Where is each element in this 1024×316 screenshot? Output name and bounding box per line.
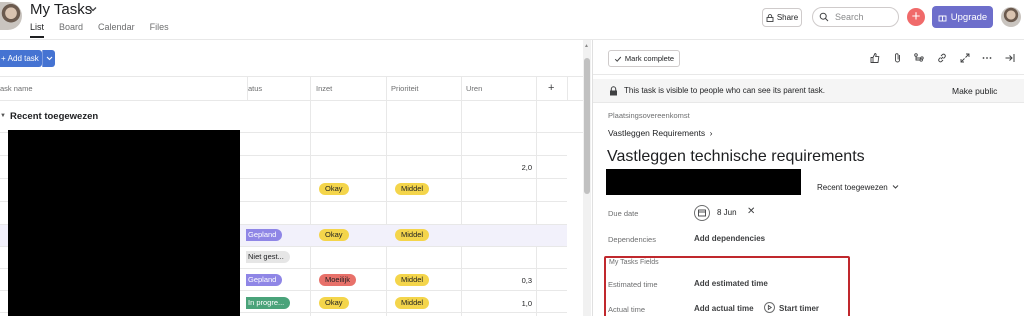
link-icon[interactable] bbox=[936, 52, 948, 64]
add-task-button[interactable]: + Add task bbox=[0, 50, 42, 67]
dependencies-label: Dependencies bbox=[608, 235, 656, 244]
make-public-button[interactable]: Make public bbox=[952, 86, 997, 96]
task-title[interactable]: Vastleggen technische requirements bbox=[607, 148, 865, 166]
column-header-status[interactable]: atus bbox=[248, 84, 262, 93]
chevron-down-icon bbox=[46, 56, 53, 61]
col-divider bbox=[461, 76, 462, 316]
section-select-label: Recent toegewezen bbox=[817, 183, 888, 192]
add-task-label: Add task bbox=[7, 54, 39, 63]
calendar-glyph-icon bbox=[698, 209, 706, 217]
header-bottom-border bbox=[0, 100, 583, 101]
col-divider bbox=[567, 76, 568, 100]
mark-complete-button[interactable]: Mark complete bbox=[608, 50, 680, 67]
status-badge[interactable]: In progre... bbox=[246, 297, 291, 309]
prioriteit-badge[interactable]: Middel bbox=[395, 274, 430, 286]
due-date-label: Due date bbox=[608, 209, 639, 218]
column-header-uren[interactable]: Uren bbox=[466, 84, 482, 93]
add-task-dropdown[interactable] bbox=[42, 50, 55, 67]
search-input[interactable] bbox=[835, 12, 895, 22]
col-divider bbox=[536, 76, 537, 316]
visibility-notice-text: This task is visible to people who can s… bbox=[624, 86, 825, 95]
list-scrollbar-thumb[interactable] bbox=[584, 58, 590, 194]
section-select[interactable]: Recent toegewezen bbox=[817, 183, 899, 192]
clear-due-date-icon[interactable]: ✕ bbox=[747, 206, 755, 217]
chevron-down-icon bbox=[892, 185, 899, 189]
tab-board[interactable]: Board bbox=[59, 22, 83, 38]
upgrade-label: Upgrade bbox=[950, 11, 988, 23]
redacted-assignee bbox=[606, 169, 801, 195]
cell-uren[interactable]: 2,0 bbox=[502, 163, 532, 172]
scroll-up-arrow-icon[interactable]: ▲ bbox=[584, 43, 589, 49]
share-label: Share bbox=[776, 13, 799, 22]
calendar-icon[interactable] bbox=[694, 205, 710, 221]
my-tasks-fields-title: My Tasks Fields bbox=[609, 259, 659, 266]
expand-icon[interactable] bbox=[959, 52, 971, 64]
status-badge[interactable]: Gepland bbox=[246, 274, 283, 286]
prioriteit-badge[interactable]: Middel bbox=[395, 183, 430, 195]
inzet-badge[interactable]: Okay bbox=[319, 297, 349, 309]
search-box[interactable] bbox=[812, 7, 899, 27]
page-title: My Tasks bbox=[30, 1, 93, 18]
status-badge[interactable]: Gepland bbox=[246, 229, 283, 241]
col-divider bbox=[386, 76, 387, 316]
gift-icon bbox=[938, 15, 947, 21]
parent-project-link[interactable]: Plaatsingsovereenkomst bbox=[608, 111, 690, 120]
title-chevron-down-icon[interactable] bbox=[88, 4, 98, 14]
quick-add-button[interactable]: + bbox=[907, 8, 925, 26]
prioriteit-badge[interactable]: Middel bbox=[395, 229, 430, 241]
user-avatar[interactable] bbox=[1001, 7, 1021, 27]
toolbar-divider bbox=[593, 74, 1024, 75]
thumbs-up-icon[interactable] bbox=[869, 52, 881, 64]
upgrade-button[interactable]: Upgrade bbox=[932, 6, 993, 28]
share-button[interactable]: Share bbox=[762, 8, 802, 27]
search-icon bbox=[819, 12, 829, 22]
attachment-icon[interactable] bbox=[892, 52, 904, 64]
close-pane-icon[interactable] bbox=[1004, 52, 1016, 64]
timer-play-icon[interactable] bbox=[764, 302, 775, 313]
cell-uren[interactable]: 1,0 bbox=[502, 299, 532, 308]
actual-time-label: Actual time bbox=[608, 305, 646, 314]
tab-files[interactable]: Files bbox=[150, 22, 169, 38]
due-date-value[interactable]: 8 Jun bbox=[717, 208, 737, 217]
estimated-time-label: Estimated time bbox=[608, 280, 658, 289]
more-options-icon[interactable] bbox=[981, 52, 993, 64]
cell-uren[interactable]: 0,3 bbox=[502, 276, 532, 285]
add-estimated-time-button[interactable]: Add estimated time bbox=[694, 279, 768, 288]
parent-task-chevron-icon: › bbox=[709, 128, 713, 138]
start-timer-button[interactable]: Start timer bbox=[779, 304, 819, 313]
tab-list[interactable]: List bbox=[30, 22, 45, 38]
lock-icon bbox=[610, 86, 617, 96]
tab-calendar[interactable]: Calendar bbox=[98, 22, 135, 38]
inzet-badge[interactable]: Moeilijk bbox=[319, 274, 357, 286]
subtask-icon[interactable] bbox=[913, 52, 925, 64]
lock-icon bbox=[766, 13, 774, 22]
parent-task-label: Vastleggen Requirements bbox=[608, 128, 706, 138]
play-icon bbox=[767, 304, 773, 311]
add-dependencies-button[interactable]: Add dependencies bbox=[694, 234, 765, 243]
add-column-button[interactable]: + bbox=[548, 82, 554, 94]
top-bar: My Tasks List Board Calendar Files Share… bbox=[0, 0, 1024, 40]
column-header-inzet[interactable]: Inzet bbox=[316, 84, 332, 93]
section-title[interactable]: Recent toegewezen bbox=[10, 111, 98, 122]
col-divider bbox=[247, 76, 248, 100]
header-top-border bbox=[0, 76, 583, 77]
mark-complete-label: Mark complete bbox=[624, 54, 675, 63]
view-tabs: List Board Calendar Files bbox=[30, 22, 184, 38]
project-avatar[interactable] bbox=[0, 2, 22, 30]
inzet-badge[interactable]: Okay bbox=[319, 229, 349, 241]
prioriteit-badge[interactable]: Middel bbox=[395, 297, 430, 309]
redacted-task-names bbox=[8, 130, 240, 316]
column-header-prioriteit[interactable]: Prioriteit bbox=[391, 84, 419, 93]
inzet-badge[interactable]: Okay bbox=[319, 183, 349, 195]
section-collapse-icon[interactable]: ▼ bbox=[0, 113, 6, 119]
status-badge[interactable]: Niet gest... bbox=[246, 251, 290, 263]
add-actual-time-button[interactable]: Add actual time bbox=[694, 304, 754, 313]
column-header-task-name[interactable]: ask name bbox=[0, 84, 33, 93]
parent-task-link[interactable]: Vastleggen Requirements › bbox=[608, 128, 712, 138]
check-icon bbox=[614, 56, 622, 62]
col-divider bbox=[310, 76, 311, 316]
